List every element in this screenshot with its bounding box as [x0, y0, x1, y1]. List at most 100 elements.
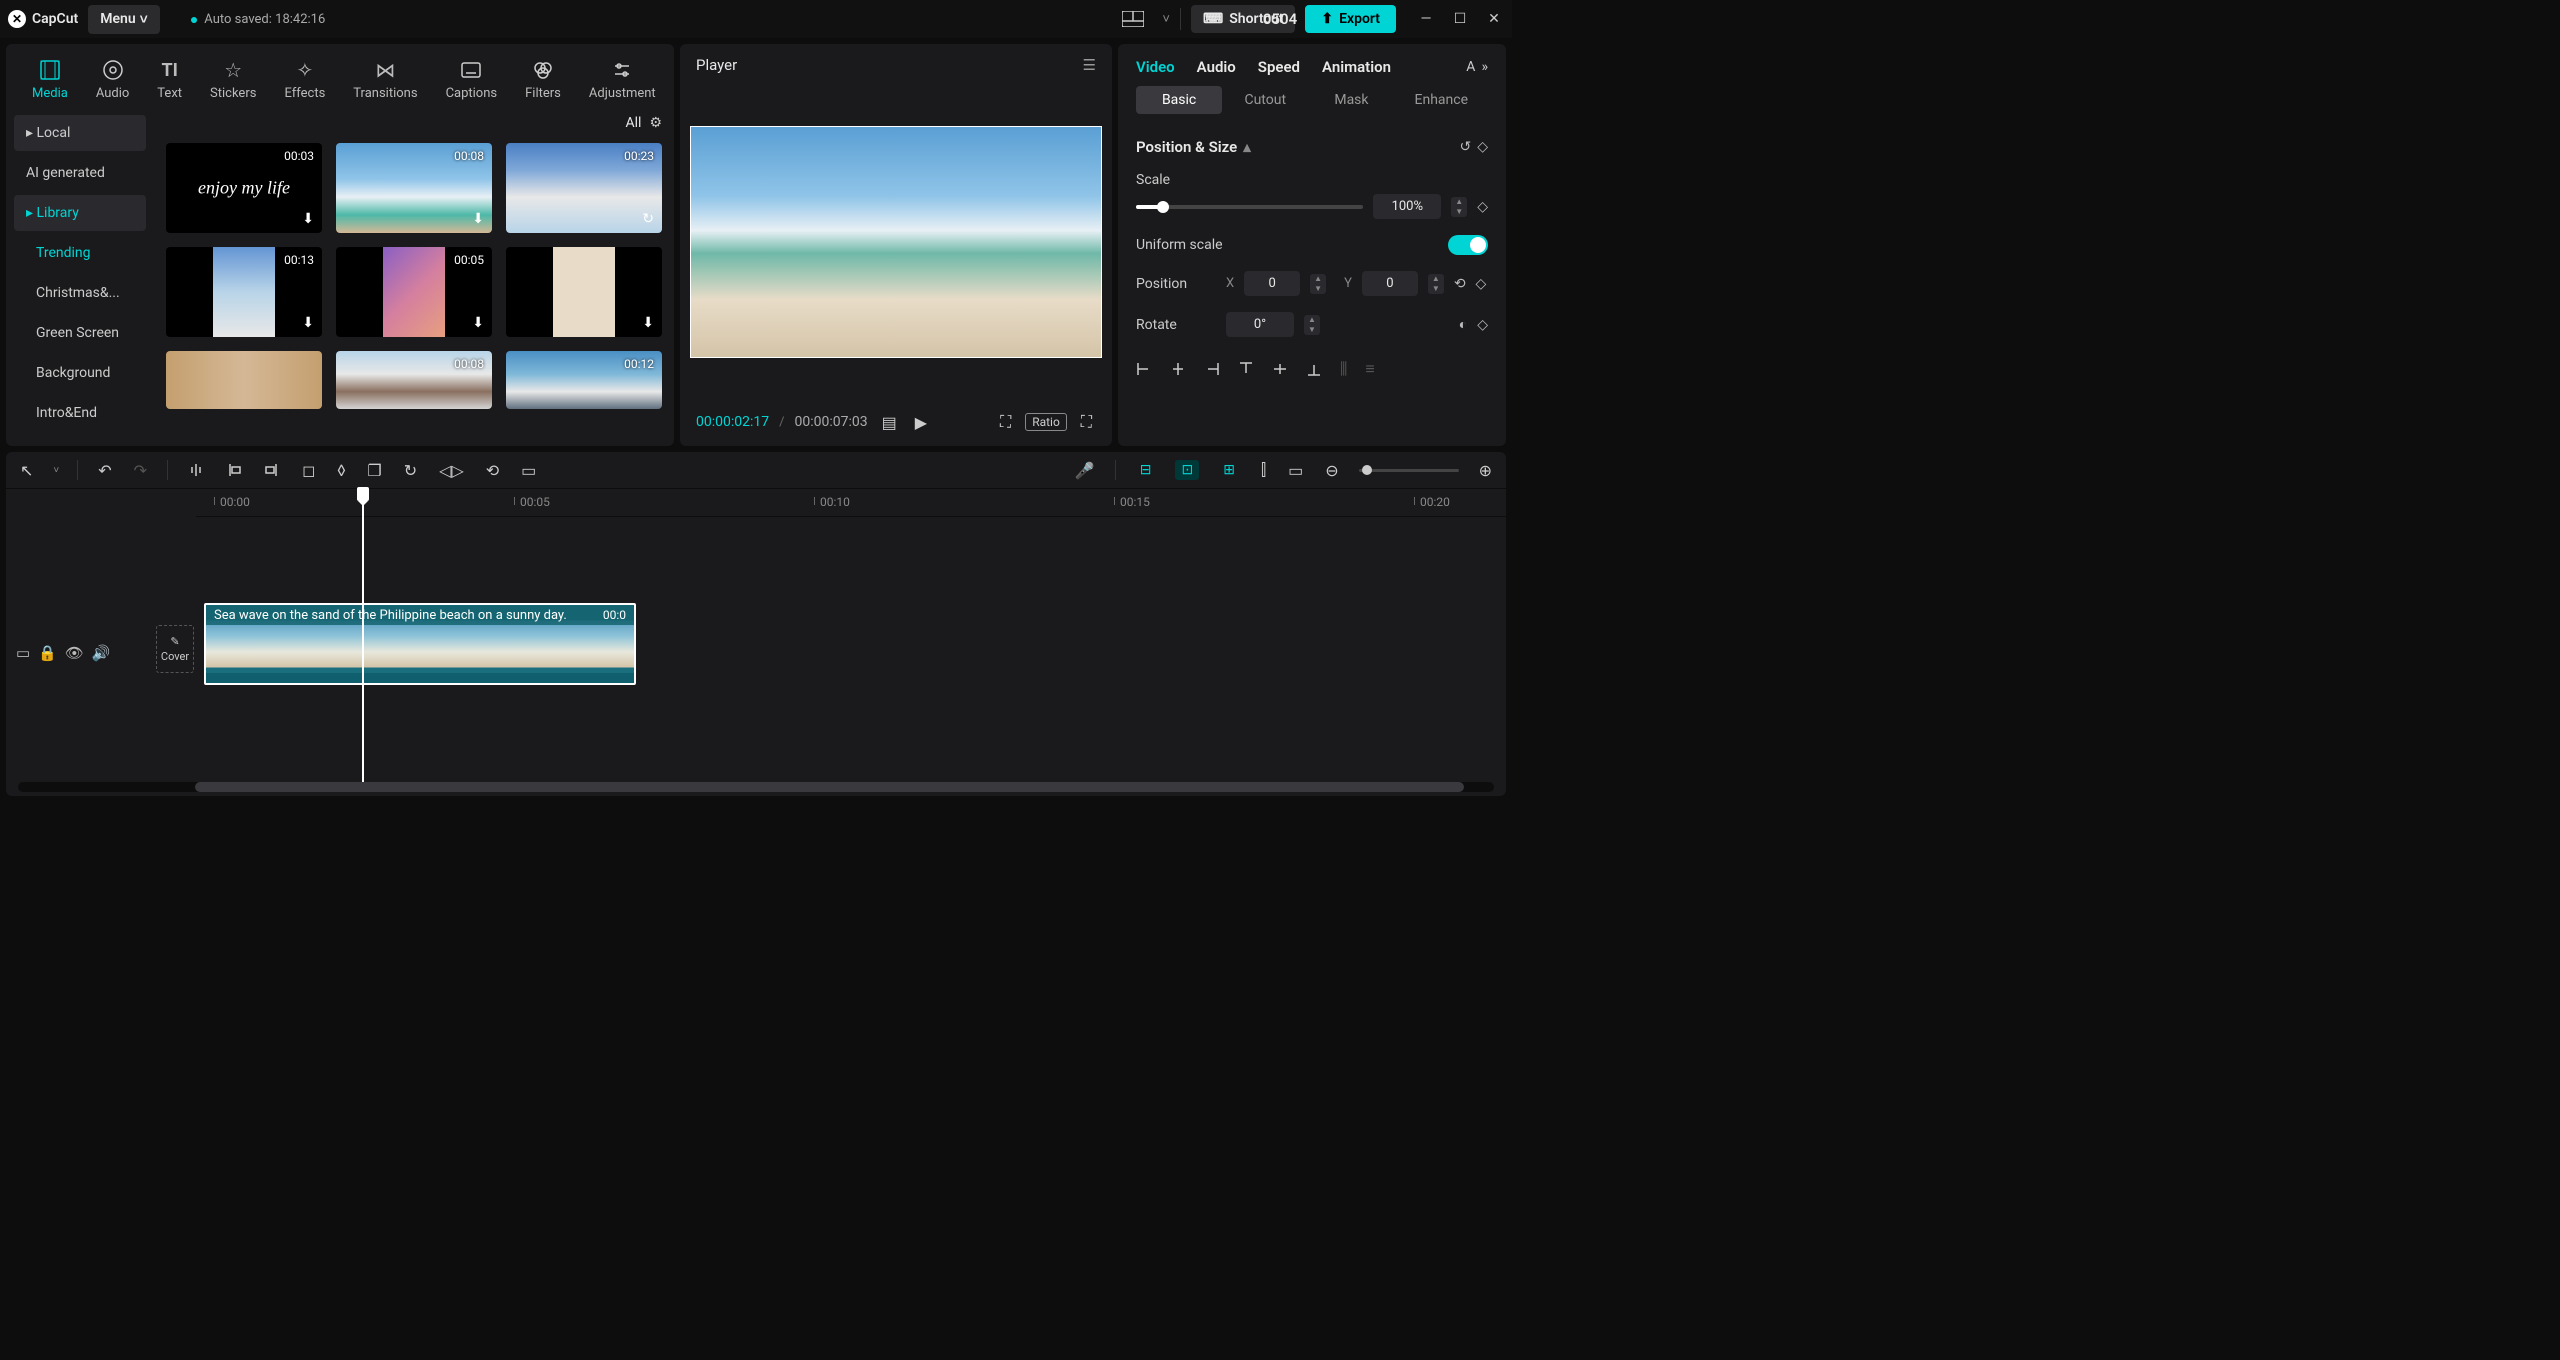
mirror-tool[interactable]: ◁▷ [437, 459, 466, 482]
fullscreen-icon[interactable]: ⛶ [1077, 410, 1096, 434]
snap-magnet-icon[interactable]: ⊡ [1175, 460, 1199, 480]
minimize-button[interactable]: — [1416, 11, 1436, 27]
sidebar-green-screen[interactable]: Green Screen [14, 315, 146, 351]
zoom-slider[interactable] [1359, 469, 1459, 472]
ratio-button[interactable]: Ratio [1025, 413, 1067, 431]
timeline-settings-icon[interactable]: ⫿ [1259, 458, 1268, 482]
sidebar-local[interactable]: ▸ Local [14, 115, 146, 151]
download-icon[interactable]: ⬇ [302, 315, 314, 331]
align-bottom-icon[interactable] [1306, 359, 1322, 379]
insp-tab-speed[interactable]: Speed [1258, 58, 1300, 76]
crop-ratio-tool[interactable]: ▭ [519, 459, 538, 482]
position-x[interactable] [1244, 271, 1300, 296]
undo-button[interactable]: ↶ [96, 459, 113, 482]
subtab-mask[interactable]: Mask [1308, 86, 1394, 114]
download-icon[interactable]: ⬇ [472, 211, 484, 227]
keyframe-icon[interactable]: ◇ [1477, 199, 1488, 215]
chevron-down-icon[interactable]: ˅ [53, 465, 59, 476]
timeline-scrollbar[interactable] [18, 782, 1494, 792]
cover-button[interactable]: ✎ Cover [156, 625, 194, 673]
download-icon[interactable]: ⬇ [642, 315, 654, 331]
preview-frame[interactable] [690, 126, 1102, 358]
download-icon[interactable]: ⬇ [472, 315, 484, 331]
mic-icon[interactable]: 🎤 [1073, 459, 1097, 482]
subtab-basic[interactable]: Basic [1136, 86, 1222, 114]
copy-tool[interactable]: ❐ [365, 459, 383, 482]
zoom-in-icon[interactable]: ⊕ [1477, 459, 1494, 482]
chevron-down-icon[interactable]: ˅ [1162, 11, 1170, 27]
snap-link-icon[interactable]: ⊞ [1217, 460, 1241, 480]
sidebar-library[interactable]: ▸ Library [14, 195, 146, 231]
timeline-ruler[interactable]: 00:00 00:05 00:10 00:15 00:20 [196, 489, 1506, 517]
rotate-stepper[interactable]: ▲▼ [1304, 315, 1320, 335]
marker-tool[interactable]: ◊ [335, 459, 347, 482]
tab-text[interactable]: TIText [143, 52, 196, 107]
refresh-icon[interactable]: ↻ [642, 211, 654, 227]
collapse-icon[interactable]: ▴ [1243, 138, 1251, 156]
media-thumb[interactable]: 00:23↻ [506, 143, 662, 233]
keyframe-icon[interactable]: ◇ [1476, 276, 1487, 292]
keyframe-icon[interactable]: ◇ [1477, 139, 1488, 155]
media-thumb[interactable]: ⬇ [506, 247, 662, 337]
player-menu-icon[interactable]: ☰ [1083, 56, 1096, 74]
media-thumb[interactable]: 00:08 [336, 351, 492, 409]
sidebar-ai-generated[interactable]: AI generated [14, 155, 146, 191]
trim-left-tool[interactable] [224, 460, 244, 480]
scale-slider[interactable] [1136, 205, 1363, 209]
sidebar-trending[interactable]: Trending [14, 235, 146, 271]
rotate-value[interactable] [1226, 312, 1294, 337]
scale-value[interactable] [1373, 194, 1441, 219]
more-tab-indicator[interactable]: A [1466, 59, 1475, 75]
insp-tab-audio[interactable]: Audio [1197, 58, 1236, 76]
list-view-icon[interactable]: ▤ [878, 411, 901, 434]
playhead[interactable] [362, 489, 364, 782]
export-button[interactable]: ⬆ Export [1305, 5, 1396, 33]
scale-stepper[interactable]: ▲▼ [1451, 197, 1467, 217]
subtab-cutout[interactable]: Cutout [1222, 86, 1308, 114]
y-stepper[interactable]: ▲▼ [1428, 274, 1444, 294]
sidebar-christmas[interactable]: Christmas&... [14, 275, 146, 311]
sidebar-background[interactable]: Background [14, 355, 146, 391]
tab-media[interactable]: Media [18, 52, 82, 107]
tracks-area[interactable]: ▭ 🔒 👁 🔊 ✎ Cover Sea wave on the sand of … [6, 517, 1506, 782]
filter-all[interactable]: All [625, 115, 641, 131]
uniform-scale-toggle[interactable] [1448, 235, 1488, 255]
tab-captions[interactable]: Captions [432, 52, 512, 107]
tab-effects[interactable]: ✧Effects [270, 52, 339, 107]
align-center-h-icon[interactable] [1170, 359, 1186, 379]
x-stepper[interactable]: ▲▼ [1310, 274, 1326, 294]
menu-button[interactable]: Menu ˅ [88, 5, 160, 34]
tab-audio[interactable]: Audio [82, 52, 143, 107]
crop-tool[interactable]: ◻ [300, 459, 317, 482]
pointer-tool[interactable]: ↖ [18, 459, 35, 482]
video-clip[interactable]: Sea wave on the sand of the Philippine b… [204, 603, 636, 685]
track-mute-icon[interactable]: 🔊 [92, 644, 111, 662]
position-y[interactable] [1362, 271, 1418, 296]
tab-adjustment[interactable]: Adjustment [575, 52, 670, 107]
snap-main-icon[interactable]: ⊟ [1134, 460, 1158, 480]
preview-area[interactable] [680, 86, 1112, 398]
media-thumb[interactable] [166, 351, 322, 409]
more-arrow-icon[interactable]: » [1481, 59, 1488, 75]
resize-handle[interactable] [690, 348, 700, 358]
reverse-tool[interactable]: ↻ [402, 459, 419, 482]
rotate-dial-icon[interactable]: ◐ [1459, 316, 1467, 333]
subtab-enhance[interactable]: Enhance [1395, 86, 1489, 114]
preview-mode-icon[interactable]: ▭ [1286, 459, 1305, 482]
media-thumb[interactable]: 00:12 [506, 351, 662, 409]
insp-tab-animation[interactable]: Animation [1322, 58, 1391, 76]
crop-icon[interactable]: ⛶ [996, 410, 1015, 434]
sidebar-intro-end[interactable]: Intro&End [14, 395, 146, 431]
media-thumb[interactable]: 00:13⬇ [166, 247, 322, 337]
resize-handle[interactable] [690, 126, 700, 136]
track-add-icon[interactable]: ▭ [16, 644, 30, 662]
align-left-icon[interactable] [1136, 359, 1152, 379]
rotate-tool[interactable]: ⟲ [484, 459, 501, 482]
zoom-out-icon[interactable]: ⊖ [1323, 459, 1340, 482]
filter-icon[interactable]: ⚙ [649, 115, 662, 131]
tab-filters[interactable]: Filters [511, 52, 575, 107]
insp-tab-video[interactable]: Video [1136, 58, 1175, 76]
media-thumb[interactable]: 00:08⬇ [336, 143, 492, 233]
media-thumb[interactable]: 00:03enjoy my life⬇ [166, 143, 322, 233]
reset-icon[interactable]: ↺ [1459, 139, 1471, 155]
